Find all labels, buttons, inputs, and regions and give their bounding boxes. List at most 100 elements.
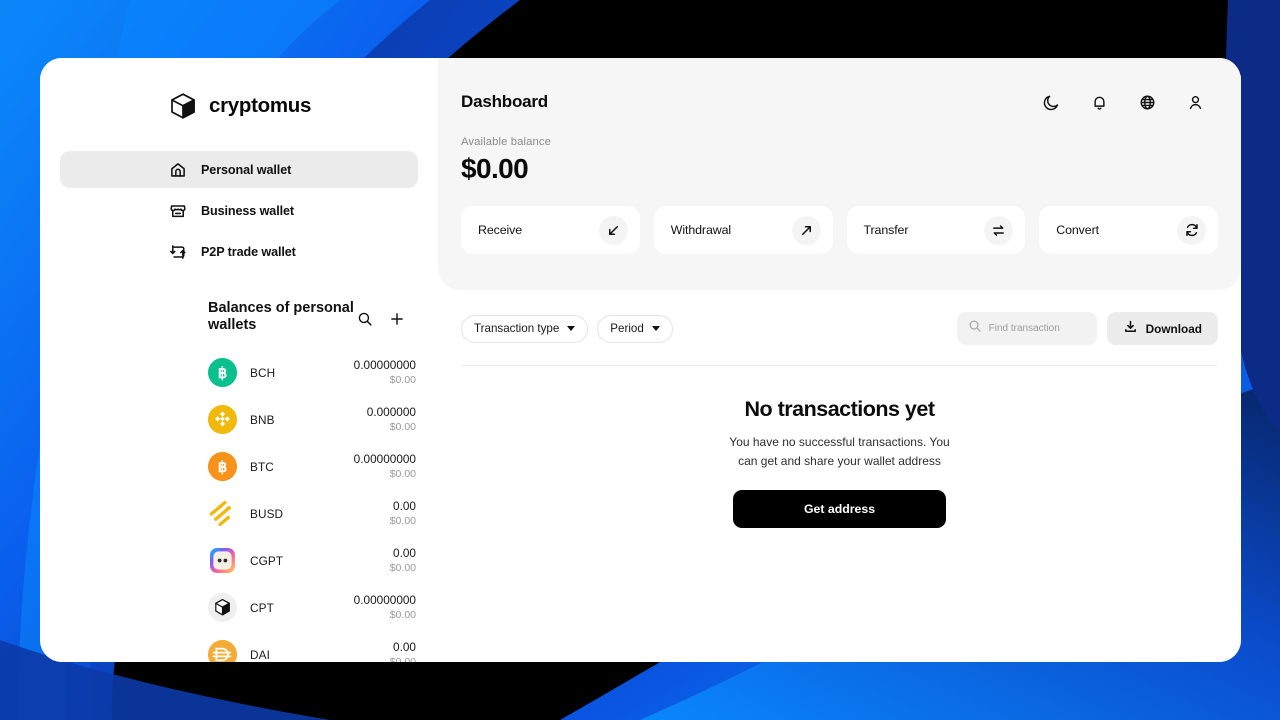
transactions-section: Transaction type Period Find transaction… bbox=[438, 290, 1241, 662]
list-item[interactable]: BUSD 0.00 $0.00 bbox=[208, 490, 416, 537]
brand-name: cryptomus bbox=[209, 94, 312, 117]
coin-amount: 0.00000000 bbox=[353, 452, 416, 467]
action-label: Transfer bbox=[863, 223, 909, 237]
language-globe-icon[interactable] bbox=[1137, 92, 1157, 112]
transactions-toolbar: Transaction type Period Find transaction… bbox=[461, 290, 1218, 345]
search-input[interactable]: Find transaction bbox=[989, 323, 1060, 334]
transaction-type-filter[interactable]: Transaction type bbox=[461, 314, 589, 343]
quick-actions: Receive Withdrawal Transfer Convert bbox=[438, 185, 1241, 254]
cpt-icon bbox=[208, 593, 237, 623]
btc-icon: ฿ bbox=[208, 452, 237, 482]
bch-icon: ฿ bbox=[208, 358, 237, 388]
coin-amount: 0.00000000 bbox=[353, 593, 416, 608]
convert-button[interactable]: Convert bbox=[1039, 206, 1218, 254]
coin-amount: 0.00000000 bbox=[353, 358, 416, 373]
page-title: Dashboard bbox=[461, 92, 548, 111]
cgpt-icon bbox=[208, 546, 237, 575]
search-icon bbox=[968, 319, 982, 338]
main-content: Dashboard Available balance $0.00 Receiv… bbox=[438, 58, 1241, 662]
sidebar-nav: Personal wallet Business wallet P2P trad… bbox=[40, 151, 438, 270]
sidebar-item-label: Personal wallet bbox=[201, 162, 292, 177]
coin-ticker: CGPT bbox=[250, 553, 284, 568]
dai-icon bbox=[208, 640, 237, 662]
plus-icon[interactable] bbox=[388, 310, 406, 328]
available-balance: Available balance $0.00 bbox=[438, 112, 1241, 185]
download-label: Download bbox=[1145, 321, 1202, 336]
sidebar-item-business-wallet[interactable]: Business wallet bbox=[60, 192, 418, 229]
filter-label: Period bbox=[610, 322, 644, 335]
period-filter[interactable]: Period bbox=[597, 314, 673, 343]
empty-state: No transactions yet You have no successf… bbox=[461, 366, 1218, 529]
balances-header: Balances of personal wallets bbox=[40, 274, 438, 333]
empty-state-description: You have no successful transactions. You… bbox=[729, 435, 950, 468]
sidebar-item-personal-wallet[interactable]: Personal wallet bbox=[60, 151, 418, 188]
list-item[interactable]: CGPT 0.00 $0.00 bbox=[208, 537, 416, 584]
coin-balance-list[interactable]: ฿ BCH 0.00000000 $0.00 BNB 0.000000 $0.0… bbox=[40, 349, 438, 662]
coin-usd-value: $0.00 bbox=[389, 608, 416, 621]
coin-ticker: DAI bbox=[250, 647, 270, 662]
filter-label: Transaction type bbox=[474, 322, 560, 335]
home-icon bbox=[168, 160, 187, 179]
empty-state-title: No transactions yet bbox=[744, 397, 935, 421]
download-button[interactable]: Download bbox=[1106, 312, 1218, 345]
coin-ticker: BNB bbox=[250, 412, 275, 427]
receive-button[interactable]: Receive bbox=[461, 206, 640, 254]
list-item[interactable]: CPT 0.00000000 $0.00 bbox=[208, 584, 416, 631]
svg-text:฿: ฿ bbox=[218, 366, 228, 382]
coin-amount: 0.000000 bbox=[366, 405, 416, 420]
action-label: Convert bbox=[1056, 223, 1099, 237]
search-transaction-box[interactable]: Find transaction bbox=[956, 312, 1097, 345]
chevron-down-icon bbox=[651, 326, 660, 331]
action-label: Receive bbox=[478, 223, 523, 237]
coin-usd-value: $0.00 bbox=[389, 655, 416, 662]
brand[interactable]: cryptomus bbox=[40, 58, 438, 121]
sidebar: cryptomus Personal wallet Business walle… bbox=[40, 58, 438, 662]
coin-usd-value: $0.00 bbox=[389, 420, 416, 433]
user-account-icon[interactable] bbox=[1185, 92, 1205, 112]
coin-usd-value: $0.00 bbox=[389, 514, 416, 527]
convert-refresh-icon bbox=[1177, 215, 1206, 245]
list-item[interactable]: DAI 0.00 $0.00 bbox=[208, 631, 416, 662]
coin-amount: 0.00 bbox=[393, 546, 416, 561]
search-icon[interactable] bbox=[356, 310, 374, 328]
sidebar-item-label: Business wallet bbox=[201, 203, 294, 218]
balances-actions bbox=[356, 300, 406, 328]
transfer-button[interactable]: Transfer bbox=[846, 206, 1026, 254]
arrow-up-right-icon bbox=[791, 215, 821, 245]
get-address-button[interactable]: Get address bbox=[733, 490, 946, 529]
store-icon bbox=[168, 201, 187, 220]
p2p-exchange-icon bbox=[168, 242, 187, 261]
coin-ticker: BTC bbox=[250, 459, 274, 474]
chevron-down-icon bbox=[567, 326, 576, 331]
balance-value: $0.00 bbox=[461, 153, 529, 184]
app-window: cryptomus Personal wallet Business walle… bbox=[40, 58, 1241, 662]
list-item[interactable]: ฿ BTC 0.00000000 $0.00 bbox=[208, 443, 416, 490]
topbar-icons bbox=[1041, 92, 1205, 112]
busd-icon bbox=[208, 499, 237, 528]
coin-ticker: BCH bbox=[250, 365, 276, 380]
topbar: Dashboard bbox=[438, 58, 1241, 112]
balances-title: Balances of personal wallets bbox=[208, 300, 354, 333]
coin-usd-value: $0.00 bbox=[389, 373, 416, 386]
summary-panel: Dashboard Available balance $0.00 Receiv… bbox=[438, 58, 1241, 290]
coin-ticker: BUSD bbox=[250, 506, 284, 521]
coin-amount: 0.00 bbox=[393, 640, 416, 655]
action-label: Withdrawal bbox=[670, 223, 732, 237]
withdrawal-button[interactable]: Withdrawal bbox=[653, 206, 833, 254]
dark-mode-icon[interactable] bbox=[1041, 92, 1061, 112]
coin-usd-value: $0.00 bbox=[389, 467, 416, 480]
list-item[interactable]: ฿ BCH 0.00000000 $0.00 bbox=[208, 349, 416, 396]
sidebar-item-p2p-trade-wallet[interactable]: P2P trade wallet bbox=[60, 233, 418, 270]
cube-logo-icon bbox=[168, 91, 198, 121]
balance-label: Available balance bbox=[461, 136, 552, 148]
arrow-down-left-icon bbox=[598, 215, 628, 245]
svg-text:฿: ฿ bbox=[218, 460, 228, 476]
screen: cryptomus Personal wallet Business walle… bbox=[0, 0, 1280, 720]
download-icon bbox=[1123, 319, 1138, 339]
notifications-bell-icon[interactable] bbox=[1089, 92, 1109, 112]
coin-amount: 0.00 bbox=[393, 499, 416, 514]
coin-usd-value: $0.00 bbox=[389, 561, 416, 574]
transfer-arrows-icon bbox=[984, 215, 1014, 245]
list-item[interactable]: BNB 0.000000 $0.00 bbox=[208, 396, 416, 443]
sidebar-item-label: P2P trade wallet bbox=[201, 244, 296, 259]
